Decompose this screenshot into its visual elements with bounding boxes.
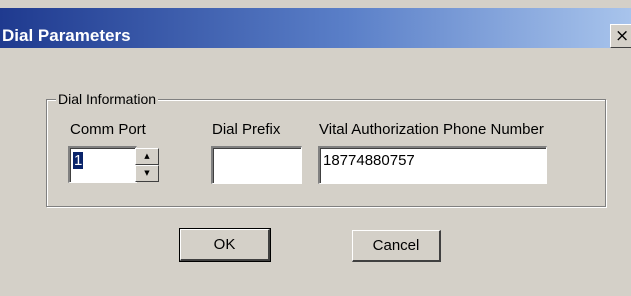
dial-prefix-label: Dial Prefix bbox=[212, 121, 281, 138]
phone-number-input[interactable]: 18774880757 bbox=[318, 146, 547, 184]
window-title: Dial Parameters bbox=[2, 26, 131, 45]
comm-port-spin-down[interactable]: ▼ bbox=[135, 165, 159, 182]
cancel-button-label: Cancel bbox=[372, 237, 420, 254]
arrow-down-icon: ▼ bbox=[144, 169, 150, 177]
close-icon: × bbox=[615, 26, 630, 46]
arrow-up-icon: ▲ bbox=[144, 152, 150, 160]
cancel-button[interactable]: Cancel bbox=[352, 230, 441, 262]
phone-number-value: 18774880757 bbox=[323, 152, 415, 169]
comm-port-input[interactable]: 1 bbox=[68, 146, 137, 183]
ok-button[interactable]: OK bbox=[179, 228, 271, 262]
dial-prefix-input[interactable] bbox=[211, 146, 302, 184]
group-legend: Dial Information bbox=[56, 90, 159, 108]
close-button[interactable]: × bbox=[610, 24, 631, 48]
ok-button-label: OK bbox=[213, 236, 236, 253]
comm-port-value: 1 bbox=[73, 152, 84, 169]
comm-port-label: Comm Port bbox=[70, 121, 146, 138]
dial-parameters-window: Dial Parameters × Dial Information Comm … bbox=[0, 0, 631, 296]
phone-number-label: Vital Authorization Phone Number bbox=[319, 121, 544, 138]
title-bar[interactable]: Dial Parameters × bbox=[0, 8, 631, 48]
comm-port-spin-up[interactable]: ▲ bbox=[135, 148, 159, 165]
